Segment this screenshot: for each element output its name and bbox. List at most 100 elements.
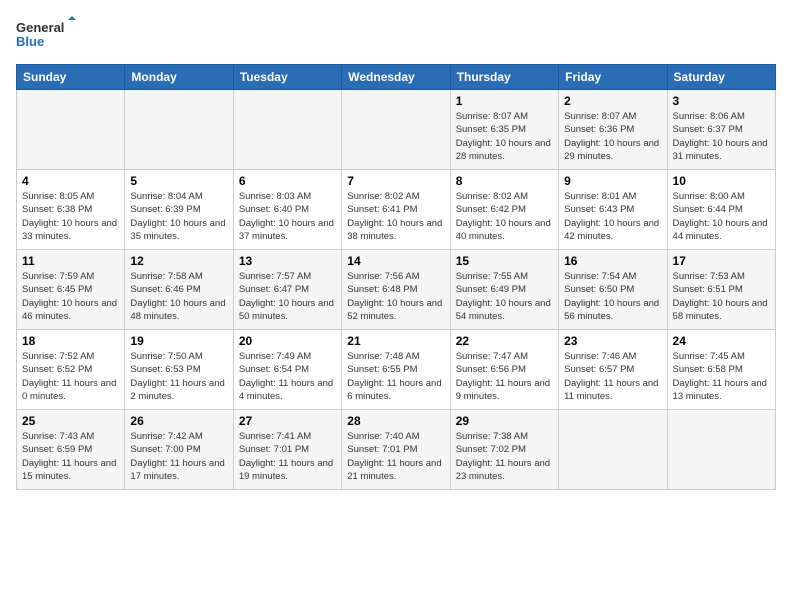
weekday-header-cell: Wednesday [342, 65, 450, 90]
calendar-day-cell: 2 Sunrise: 8:07 AM Sunset: 6:36 PM Dayli… [559, 90, 667, 170]
day-info: Sunrise: 7:49 AM Sunset: 6:54 PM Dayligh… [239, 350, 336, 403]
weekday-header-cell: Saturday [667, 65, 775, 90]
day-number: 25 [22, 414, 119, 428]
weekday-header-cell: Monday [125, 65, 233, 90]
page-header: General Blue [16, 16, 776, 52]
day-info: Sunrise: 7:52 AM Sunset: 6:52 PM Dayligh… [22, 350, 119, 403]
day-info: Sunrise: 7:54 AM Sunset: 6:50 PM Dayligh… [564, 270, 661, 323]
day-number: 13 [239, 254, 336, 268]
day-info: Sunrise: 7:38 AM Sunset: 7:02 PM Dayligh… [456, 430, 553, 483]
day-info: Sunrise: 7:43 AM Sunset: 6:59 PM Dayligh… [22, 430, 119, 483]
calendar-day-cell: 4 Sunrise: 8:05 AM Sunset: 6:38 PM Dayli… [17, 170, 125, 250]
day-number: 7 [347, 174, 444, 188]
svg-text:Blue: Blue [16, 34, 44, 49]
day-info: Sunrise: 7:41 AM Sunset: 7:01 PM Dayligh… [239, 430, 336, 483]
calendar-day-cell: 14 Sunrise: 7:56 AM Sunset: 6:48 PM Dayl… [342, 250, 450, 330]
day-number: 18 [22, 334, 119, 348]
calendar-day-cell: 9 Sunrise: 8:01 AM Sunset: 6:43 PM Dayli… [559, 170, 667, 250]
calendar-day-cell: 22 Sunrise: 7:47 AM Sunset: 6:56 PM Dayl… [450, 330, 558, 410]
weekday-header-cell: Thursday [450, 65, 558, 90]
calendar-day-cell: 11 Sunrise: 7:59 AM Sunset: 6:45 PM Dayl… [17, 250, 125, 330]
day-info: Sunrise: 7:48 AM Sunset: 6:55 PM Dayligh… [347, 350, 444, 403]
day-info: Sunrise: 8:05 AM Sunset: 6:38 PM Dayligh… [22, 190, 119, 243]
day-number: 21 [347, 334, 444, 348]
day-info: Sunrise: 7:53 AM Sunset: 6:51 PM Dayligh… [673, 270, 770, 323]
day-number: 6 [239, 174, 336, 188]
calendar-day-cell: 13 Sunrise: 7:57 AM Sunset: 6:47 PM Dayl… [233, 250, 341, 330]
calendar-day-cell: 28 Sunrise: 7:40 AM Sunset: 7:01 PM Dayl… [342, 410, 450, 490]
calendar-table: SundayMondayTuesdayWednesdayThursdayFrid… [16, 64, 776, 490]
day-info: Sunrise: 7:47 AM Sunset: 6:56 PM Dayligh… [456, 350, 553, 403]
day-number: 3 [673, 94, 770, 108]
calendar-day-cell [17, 90, 125, 170]
day-number: 12 [130, 254, 227, 268]
day-number: 28 [347, 414, 444, 428]
day-info: Sunrise: 8:06 AM Sunset: 6:37 PM Dayligh… [673, 110, 770, 163]
day-info: Sunrise: 8:00 AM Sunset: 6:44 PM Dayligh… [673, 190, 770, 243]
calendar-day-cell [559, 410, 667, 490]
day-info: Sunrise: 7:56 AM Sunset: 6:48 PM Dayligh… [347, 270, 444, 323]
calendar-day-cell: 25 Sunrise: 7:43 AM Sunset: 6:59 PM Dayl… [17, 410, 125, 490]
day-number: 11 [22, 254, 119, 268]
logo-svg: General Blue [16, 16, 76, 52]
calendar-week-row: 4 Sunrise: 8:05 AM Sunset: 6:38 PM Dayli… [17, 170, 776, 250]
day-info: Sunrise: 7:59 AM Sunset: 6:45 PM Dayligh… [22, 270, 119, 323]
day-info: Sunrise: 7:45 AM Sunset: 6:58 PM Dayligh… [673, 350, 770, 403]
calendar-day-cell: 6 Sunrise: 8:03 AM Sunset: 6:40 PM Dayli… [233, 170, 341, 250]
day-info: Sunrise: 7:42 AM Sunset: 7:00 PM Dayligh… [130, 430, 227, 483]
calendar-day-cell: 5 Sunrise: 8:04 AM Sunset: 6:39 PM Dayli… [125, 170, 233, 250]
calendar-day-cell: 16 Sunrise: 7:54 AM Sunset: 6:50 PM Dayl… [559, 250, 667, 330]
day-number: 14 [347, 254, 444, 268]
day-info: Sunrise: 7:57 AM Sunset: 6:47 PM Dayligh… [239, 270, 336, 323]
svg-text:General: General [16, 20, 64, 35]
calendar-day-cell: 24 Sunrise: 7:45 AM Sunset: 6:58 PM Dayl… [667, 330, 775, 410]
calendar-week-row: 1 Sunrise: 8:07 AM Sunset: 6:35 PM Dayli… [17, 90, 776, 170]
day-number: 2 [564, 94, 661, 108]
day-number: 4 [22, 174, 119, 188]
calendar-day-cell: 20 Sunrise: 7:49 AM Sunset: 6:54 PM Dayl… [233, 330, 341, 410]
calendar-day-cell: 17 Sunrise: 7:53 AM Sunset: 6:51 PM Dayl… [667, 250, 775, 330]
day-info: Sunrise: 8:03 AM Sunset: 6:40 PM Dayligh… [239, 190, 336, 243]
day-info: Sunrise: 7:46 AM Sunset: 6:57 PM Dayligh… [564, 350, 661, 403]
day-number: 17 [673, 254, 770, 268]
day-number: 29 [456, 414, 553, 428]
weekday-header-cell: Sunday [17, 65, 125, 90]
calendar-day-cell: 7 Sunrise: 8:02 AM Sunset: 6:41 PM Dayli… [342, 170, 450, 250]
weekday-header-cell: Friday [559, 65, 667, 90]
logo: General Blue [16, 16, 76, 52]
day-info: Sunrise: 7:58 AM Sunset: 6:46 PM Dayligh… [130, 270, 227, 323]
day-info: Sunrise: 8:07 AM Sunset: 6:36 PM Dayligh… [564, 110, 661, 163]
day-number: 23 [564, 334, 661, 348]
calendar-week-row: 11 Sunrise: 7:59 AM Sunset: 6:45 PM Dayl… [17, 250, 776, 330]
day-number: 1 [456, 94, 553, 108]
day-number: 15 [456, 254, 553, 268]
calendar-day-cell: 19 Sunrise: 7:50 AM Sunset: 6:53 PM Dayl… [125, 330, 233, 410]
day-info: Sunrise: 8:02 AM Sunset: 6:42 PM Dayligh… [456, 190, 553, 243]
day-number: 5 [130, 174, 227, 188]
calendar-day-cell: 27 Sunrise: 7:41 AM Sunset: 7:01 PM Dayl… [233, 410, 341, 490]
day-info: Sunrise: 8:07 AM Sunset: 6:35 PM Dayligh… [456, 110, 553, 163]
day-info: Sunrise: 8:04 AM Sunset: 6:39 PM Dayligh… [130, 190, 227, 243]
calendar-week-row: 18 Sunrise: 7:52 AM Sunset: 6:52 PM Dayl… [17, 330, 776, 410]
calendar-day-cell: 15 Sunrise: 7:55 AM Sunset: 6:49 PM Dayl… [450, 250, 558, 330]
calendar-day-cell [233, 90, 341, 170]
calendar-day-cell: 12 Sunrise: 7:58 AM Sunset: 6:46 PM Dayl… [125, 250, 233, 330]
calendar-day-cell [667, 410, 775, 490]
calendar-day-cell: 29 Sunrise: 7:38 AM Sunset: 7:02 PM Dayl… [450, 410, 558, 490]
calendar-day-cell: 23 Sunrise: 7:46 AM Sunset: 6:57 PM Dayl… [559, 330, 667, 410]
day-number: 10 [673, 174, 770, 188]
calendar-day-cell: 3 Sunrise: 8:06 AM Sunset: 6:37 PM Dayli… [667, 90, 775, 170]
calendar-day-cell: 1 Sunrise: 8:07 AM Sunset: 6:35 PM Dayli… [450, 90, 558, 170]
day-number: 24 [673, 334, 770, 348]
calendar-day-cell: 26 Sunrise: 7:42 AM Sunset: 7:00 PM Dayl… [125, 410, 233, 490]
calendar-day-cell: 21 Sunrise: 7:48 AM Sunset: 6:55 PM Dayl… [342, 330, 450, 410]
day-info: Sunrise: 8:02 AM Sunset: 6:41 PM Dayligh… [347, 190, 444, 243]
day-info: Sunrise: 7:40 AM Sunset: 7:01 PM Dayligh… [347, 430, 444, 483]
day-info: Sunrise: 7:55 AM Sunset: 6:49 PM Dayligh… [456, 270, 553, 323]
day-number: 16 [564, 254, 661, 268]
calendar-day-cell [125, 90, 233, 170]
day-info: Sunrise: 7:50 AM Sunset: 6:53 PM Dayligh… [130, 350, 227, 403]
day-number: 8 [456, 174, 553, 188]
calendar-day-cell: 8 Sunrise: 8:02 AM Sunset: 6:42 PM Dayli… [450, 170, 558, 250]
calendar-day-cell: 10 Sunrise: 8:00 AM Sunset: 6:44 PM Dayl… [667, 170, 775, 250]
